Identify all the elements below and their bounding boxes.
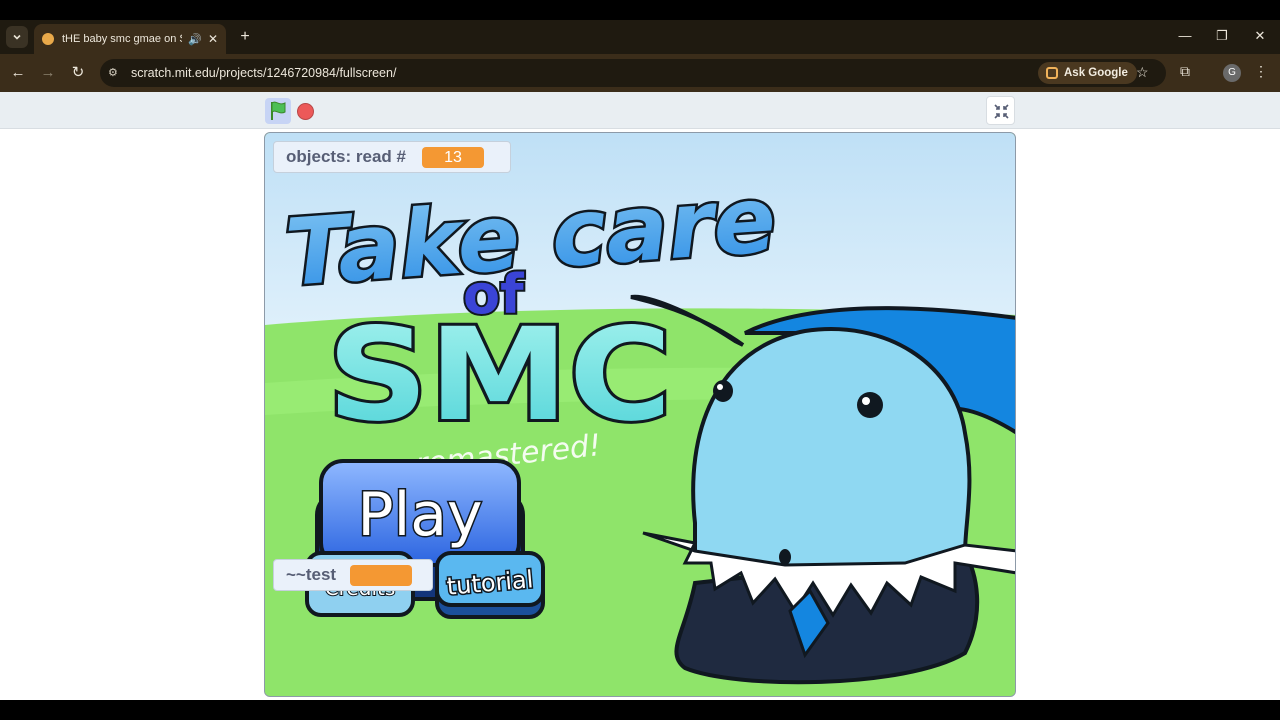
puzzle-icon[interactable]: ⧉ xyxy=(1180,63,1190,80)
ask-google-button[interactable]: Ask Google xyxy=(1038,62,1137,84)
test-monitor-value xyxy=(350,564,413,586)
new-tab-button[interactable]: + xyxy=(236,28,254,46)
minimize-button[interactable]: — xyxy=(1175,28,1195,43)
tab-title: tHE baby smc gmae on Scr xyxy=(62,33,182,45)
tab-search-button[interactable] xyxy=(6,26,28,48)
title-line2: SMC xyxy=(327,301,672,450)
reload-button[interactable]: ↻ xyxy=(68,63,88,83)
character-mouth xyxy=(779,549,791,565)
green-flag-button[interactable] xyxy=(265,98,291,124)
scratch-page: Take care of SMC remastered! Play Credit… xyxy=(0,92,1280,700)
screen-bottom-border xyxy=(0,700,1280,720)
address-bar[interactable]: ⚙ scratch.mit.edu/projects/1246720984/fu… xyxy=(100,59,1166,87)
close-window-button[interactable]: ✕ xyxy=(1250,28,1270,44)
ask-google-label: Ask Google xyxy=(1064,67,1128,79)
browser-tab-strip: tHE baby smc gmae on Scr 🔊 ✕ + — ❐ ✕ xyxy=(0,20,1280,54)
plus-icon: + xyxy=(240,28,250,45)
exit-fullscreen-button[interactable] xyxy=(986,96,1015,125)
arrow-left-icon: ← xyxy=(10,64,26,81)
forward-button[interactable]: → xyxy=(38,63,58,83)
tune-icon[interactable]: ⚙ xyxy=(108,66,122,80)
close-window-icon: ✕ xyxy=(1254,28,1266,43)
green-flag-icon xyxy=(271,101,286,120)
test-monitor[interactable]: ~~test xyxy=(273,559,433,591)
browser-toolbar: ← → ↻ ⚙ scratch.mit.edu/projects/1246720… xyxy=(0,54,1280,92)
objects-monitor-label: objects: read # xyxy=(286,147,406,166)
restore-icon: ❐ xyxy=(1216,28,1228,43)
restore-button[interactable]: ❐ xyxy=(1212,28,1232,44)
browser-tab[interactable]: tHE baby smc gmae on Scr 🔊 ✕ xyxy=(34,24,226,54)
scratch-favicon-icon xyxy=(42,33,54,45)
reload-icon: ↻ xyxy=(71,64,85,81)
tutorial-button[interactable]: tutorial xyxy=(435,551,545,619)
left-eye xyxy=(713,380,733,402)
chevron-down-icon xyxy=(13,34,21,40)
profile-avatar[interactable]: G xyxy=(1223,64,1241,82)
arrow-right-icon: → xyxy=(40,64,56,81)
left-eye-shine xyxy=(717,384,723,390)
objects-monitor[interactable]: objects: read # 13 xyxy=(273,141,511,173)
stop-button[interactable] xyxy=(297,103,314,120)
right-eye-shine xyxy=(862,397,870,405)
test-monitor-label: ~~test xyxy=(286,565,337,584)
screen-top-border xyxy=(0,0,1280,20)
url-text[interactable]: scratch.mit.edu/projects/1246720984/full… xyxy=(131,66,396,80)
scratch-controls-bar xyxy=(0,92,1280,129)
project-stage[interactable]: Take care of SMC remastered! Play Credit… xyxy=(264,132,1016,697)
right-eye xyxy=(857,392,883,418)
kebab-icon[interactable]: ⋮ xyxy=(1254,63,1268,80)
star-icon[interactable]: ☆ xyxy=(1136,64,1149,81)
objects-monitor-value: 13 xyxy=(422,146,484,168)
play-button-label: Play xyxy=(357,480,482,550)
back-button[interactable]: ← xyxy=(8,63,28,83)
minimize-icon: — xyxy=(1178,28,1192,43)
stage-canvas[interactable]: Take care of SMC remastered! Play Credit… xyxy=(265,133,1016,697)
close-icon[interactable]: ✕ xyxy=(208,32,218,46)
google-lens-icon xyxy=(1046,67,1058,79)
exit-fullscreen-icon xyxy=(994,104,1009,119)
speaker-icon[interactable]: 🔊 xyxy=(188,33,202,46)
